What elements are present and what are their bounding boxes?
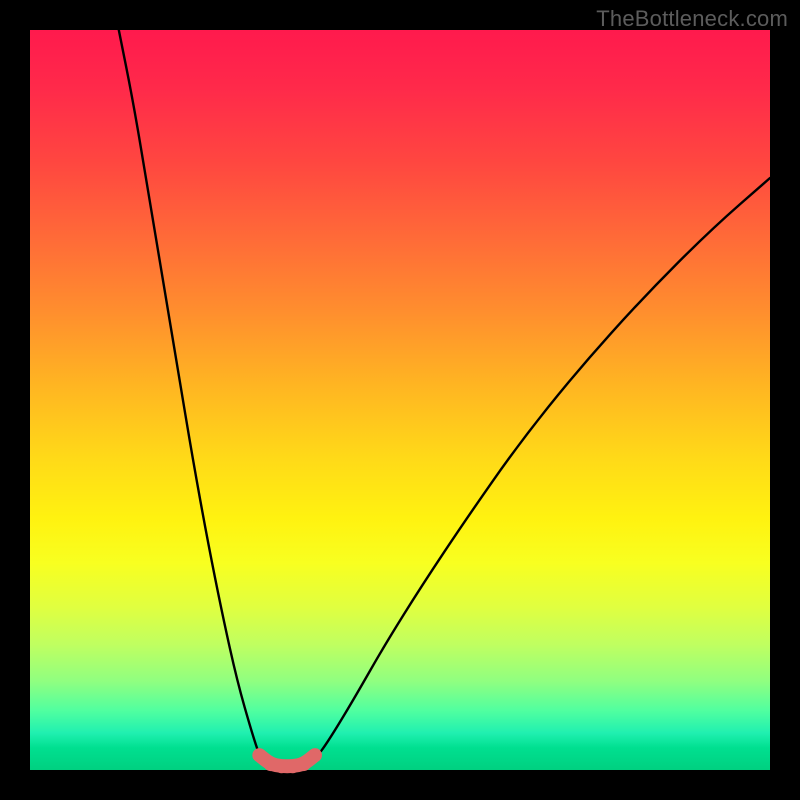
optimal-dot: [297, 757, 311, 771]
optimal-dot: [252, 748, 266, 762]
bottleneck-curve: [119, 30, 770, 766]
optimal-dot: [308, 748, 322, 762]
curve-layer: [0, 0, 800, 800]
